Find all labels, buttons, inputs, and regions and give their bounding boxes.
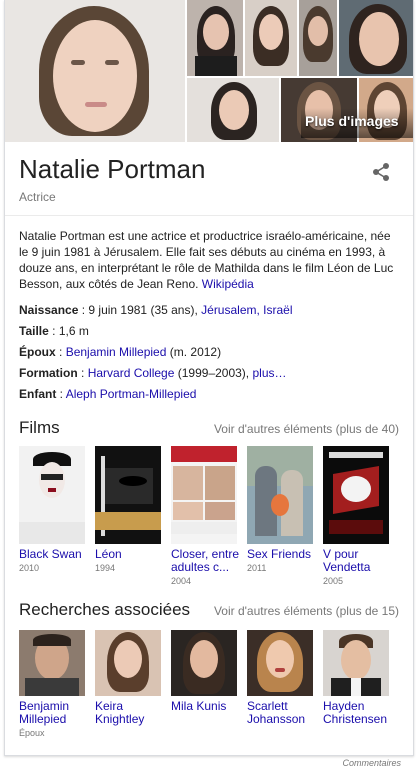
facts-list: Naissance : 9 juin 1981 (35 ans), Jérusa… bbox=[5, 292, 413, 402]
birth-place-link[interactable]: Jérusalem, Israël bbox=[201, 303, 292, 317]
page-title: Natalie Portman bbox=[19, 154, 206, 184]
share-icon[interactable] bbox=[371, 162, 391, 182]
related-photo[interactable] bbox=[323, 630, 389, 696]
film-poster[interactable] bbox=[323, 446, 389, 544]
fact-label: Formation bbox=[19, 366, 78, 380]
fact-separator: : bbox=[77, 366, 88, 380]
fact-label: Taille bbox=[19, 324, 49, 338]
related-carousel: Benjamin Millepied Époux Keira Knightley… bbox=[5, 630, 413, 738]
gallery-photo[interactable] bbox=[187, 0, 243, 76]
related-photo[interactable] bbox=[95, 630, 161, 696]
film-title[interactable]: Sex Friends bbox=[247, 548, 323, 561]
film-item[interactable]: Black Swan 2010 bbox=[19, 446, 95, 586]
fact-child: Enfant : Aleph Portman-Millepied bbox=[19, 386, 399, 402]
fact-value: 1,6 m bbox=[58, 324, 89, 338]
film-poster[interactable] bbox=[247, 446, 313, 544]
gallery-photo[interactable] bbox=[339, 0, 413, 76]
fact-label: Naissance bbox=[19, 303, 79, 317]
more-images-link[interactable]: Plus d'images bbox=[305, 113, 399, 129]
spouse-link[interactable]: Benjamin Millepied bbox=[66, 345, 167, 359]
fact-separator: : bbox=[55, 345, 66, 359]
film-title[interactable]: Léon bbox=[95, 548, 171, 561]
film-title[interactable]: Black Swan bbox=[19, 548, 95, 561]
film-item[interactable]: Closer, entre adultes c... 2004 bbox=[171, 446, 247, 586]
fact-separator: : bbox=[48, 324, 59, 338]
related-item[interactable]: Hayden Christensen bbox=[323, 630, 399, 738]
related-header: Recherches associées Voir d'autres éléme… bbox=[5, 600, 413, 620]
film-poster[interactable] bbox=[19, 446, 85, 544]
film-poster[interactable] bbox=[95, 446, 161, 544]
film-year: 2010 bbox=[19, 563, 40, 573]
film-year: 2004 bbox=[171, 576, 192, 586]
gallery-photo[interactable] bbox=[245, 0, 297, 76]
education-link[interactable]: Harvard College bbox=[88, 366, 175, 380]
film-year: 2005 bbox=[323, 576, 344, 586]
fact-spouse: Époux : Benjamin Millepied (m. 2012) bbox=[19, 344, 399, 360]
related-name[interactable]: Scarlett Johansson bbox=[247, 700, 323, 726]
film-item[interactable]: Léon 1994 bbox=[95, 446, 171, 586]
related-title: Recherches associées bbox=[19, 600, 191, 619]
film-title[interactable]: Closer, entre adultes c... bbox=[171, 548, 247, 574]
film-title[interactable]: V pour Vendetta bbox=[323, 548, 399, 574]
film-item[interactable]: Sex Friends 2011 bbox=[247, 446, 323, 586]
film-year: 1994 bbox=[95, 563, 116, 573]
fact-education: Formation : Harvard College (1999–2003),… bbox=[19, 365, 399, 381]
related-name[interactable]: Mila Kunis bbox=[171, 700, 247, 713]
related-photo[interactable] bbox=[19, 630, 85, 696]
fact-value: 9 juin 1981 (35 ans), bbox=[88, 303, 198, 317]
related-item[interactable]: Mila Kunis bbox=[171, 630, 247, 738]
related-item[interactable]: Keira Knightley bbox=[95, 630, 171, 738]
films-carousel: Black Swan 2010 Léon 1994 Closer, entre … bbox=[5, 446, 413, 586]
fact-value: (m. 2012) bbox=[169, 345, 222, 359]
film-poster[interactable] bbox=[171, 446, 237, 544]
fact-separator: : bbox=[56, 387, 66, 401]
fact-birth: Naissance : 9 juin 1981 (35 ans), Jérusa… bbox=[19, 302, 399, 318]
related-item[interactable]: Scarlett Johansson bbox=[247, 630, 323, 738]
film-year: 2011 bbox=[247, 563, 267, 573]
related-relation: Époux bbox=[19, 728, 45, 738]
gallery-photo[interactable] bbox=[187, 78, 279, 142]
education-more-link[interactable]: plus… bbox=[252, 366, 286, 380]
related-more-link[interactable]: Voir d'autres éléments (plus de 15) bbox=[214, 604, 399, 618]
related-photo[interactable] bbox=[247, 630, 313, 696]
films-title: Films bbox=[19, 418, 60, 437]
films-more-link[interactable]: Voir d'autres éléments (plus de 40) bbox=[214, 422, 399, 436]
panel-subtitle: Actrice bbox=[19, 190, 56, 204]
wikipedia-link[interactable]: Wikipédia bbox=[202, 277, 254, 291]
description: Natalie Portman est une actrice et produ… bbox=[5, 216, 413, 292]
image-collage[interactable]: Plus d'images bbox=[5, 0, 413, 142]
child-link[interactable]: Aleph Portman-Millepied bbox=[66, 387, 197, 401]
film-item[interactable]: V pour Vendetta 2005 bbox=[323, 446, 399, 586]
related-name[interactable]: Benjamin Millepied bbox=[19, 700, 95, 726]
related-name[interactable]: Keira Knightley bbox=[95, 700, 171, 726]
knowledge-panel: Plus d'images Natalie Portman Actrice Na… bbox=[4, 0, 414, 756]
main-photo[interactable] bbox=[5, 0, 185, 142]
related-name[interactable]: Hayden Christensen bbox=[323, 700, 399, 726]
feedback-link[interactable]: Commentaires bbox=[342, 758, 401, 768]
fact-value: (1999–2003), bbox=[177, 366, 250, 380]
fact-label: Époux bbox=[19, 345, 56, 359]
panel-header: Natalie Portman Actrice bbox=[5, 142, 413, 216]
fact-label: Enfant bbox=[19, 387, 57, 401]
fact-separator: : bbox=[78, 303, 89, 317]
gallery-photo[interactable] bbox=[299, 0, 337, 76]
related-photo[interactable] bbox=[171, 630, 237, 696]
fact-height: Taille : 1,6 m bbox=[19, 323, 399, 339]
films-header: Films Voir d'autres éléments (plus de 40… bbox=[5, 418, 413, 438]
related-item[interactable]: Benjamin Millepied Époux bbox=[19, 630, 95, 738]
